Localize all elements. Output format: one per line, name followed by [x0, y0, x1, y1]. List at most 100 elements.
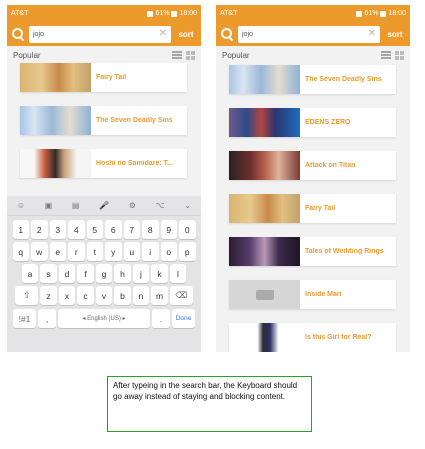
manga-cover-thumbnail[interactable]: [229, 65, 300, 94]
on-screen-keyboard: ☺ ▣ ▤ 🎤 ⚙ ⌥ ⌄ 1234567890 qwertyuiop asdfghjkl …: [7, 196, 201, 352]
key-z[interactable]: z: [40, 286, 57, 305]
search-icon[interactable]: [220, 27, 234, 41]
key-i[interactable]: i: [142, 242, 159, 261]
manga-list-item[interactable]: The Seven Deadly Sins: [229, 65, 396, 94]
search-icon[interactable]: [11, 27, 25, 41]
manga-cover-thumbnail[interactable]: [229, 108, 300, 137]
key-l[interactable]: l: [169, 264, 187, 283]
manga-title[interactable]: Is this Girl for Real?: [300, 334, 396, 341]
key-k[interactable]: k: [151, 264, 168, 283]
manga-cover-thumbnail[interactable]: [20, 106, 91, 135]
manga-title[interactable]: EDENS ZERO: [300, 119, 396, 126]
key-v[interactable]: v: [95, 286, 113, 305]
manga-list-item[interactable]: Tales of Wedding Rings: [229, 237, 396, 266]
key-t[interactable]: t: [86, 242, 103, 261]
key-g[interactable]: g: [95, 264, 113, 283]
manga-list-item[interactable]: Hoshi no Samidare: T...: [20, 149, 187, 178]
manga-cover-thumbnail[interactable]: [20, 63, 91, 92]
microphone-icon[interactable]: 🎤: [99, 201, 109, 210]
key-c[interactable]: c: [77, 286, 94, 305]
key-s[interactable]: s: [40, 264, 57, 283]
search-input-value[interactable]: jojo: [33, 31, 159, 38]
manga-cover-thumbnail[interactable]: [229, 280, 300, 309]
manga-list-item[interactable]: Attack on Titan: [229, 151, 396, 180]
manga-title[interactable]: Fairy Tail: [91, 74, 187, 81]
clear-icon[interactable]: ✕: [159, 29, 167, 39]
manga-title[interactable]: Attack on Titan: [300, 162, 396, 169]
handwriting-icon[interactable]: ⌥: [156, 201, 165, 210]
backspace-key[interactable]: ⌫: [169, 286, 193, 305]
done-key[interactable]: Done: [172, 309, 195, 328]
key-9[interactable]: 9: [160, 220, 177, 239]
sort-button[interactable]: sort: [175, 30, 197, 39]
key-d[interactable]: d: [58, 264, 76, 283]
symbols-key[interactable]: !#1: [13, 309, 36, 328]
sort-button[interactable]: sort: [384, 30, 406, 39]
key-m[interactable]: m: [151, 286, 168, 305]
manga-title[interactable]: Hoshi no Samidare: T...: [91, 160, 187, 167]
manga-title[interactable]: The Seven Deadly Sins: [91, 117, 187, 124]
key-1[interactable]: 1: [12, 220, 29, 239]
key-4[interactable]: 4: [68, 220, 85, 239]
key-0[interactable]: 0: [179, 220, 196, 239]
manga-list-item[interactable]: Inside Mari: [229, 280, 396, 309]
manga-list-item[interactable]: The Seven Deadly Sins: [20, 106, 187, 135]
comma-key[interactable]: ,: [38, 309, 56, 328]
search-input[interactable]: jojo ✕: [29, 25, 171, 43]
section-header: Popular: [216, 46, 410, 64]
space-key[interactable]: ◂ English (US) ▸: [58, 309, 150, 328]
key-5[interactable]: 5: [86, 220, 103, 239]
settings-icon[interactable]: ⚙: [129, 201, 136, 210]
key-u[interactable]: u: [123, 242, 140, 261]
clipboard-icon[interactable]: ▤: [72, 201, 80, 210]
section-title: Popular: [222, 50, 250, 60]
status-bar: AT&T 61% 18:00: [216, 5, 410, 22]
key-7[interactable]: 7: [123, 220, 140, 239]
period-key[interactable]: .: [152, 309, 170, 328]
manga-cover-thumbnail[interactable]: [229, 151, 300, 180]
signal-icon: [147, 10, 154, 17]
search-input-value[interactable]: jojo: [242, 31, 368, 38]
grid-view-icon[interactable]: [395, 50, 404, 60]
key-h[interactable]: h: [114, 264, 131, 283]
key-x[interactable]: x: [58, 286, 76, 305]
keyboard-toolbar: ☺ ▣ ▤ 🎤 ⚙ ⌥ ⌄: [7, 196, 201, 216]
key-p[interactable]: p: [179, 242, 196, 261]
list-view-icon[interactable]: [381, 50, 391, 59]
key-y[interactable]: y: [105, 242, 122, 261]
key-q[interactable]: q: [12, 242, 29, 261]
manga-cover-thumbnail[interactable]: [20, 149, 91, 178]
manga-list-item[interactable]: Fairy Tail: [229, 194, 396, 223]
key-j[interactable]: j: [132, 264, 150, 283]
clear-icon[interactable]: ✕: [368, 29, 376, 39]
manga-title[interactable]: Fairy Tail: [300, 205, 396, 212]
manga-cover-thumbnail[interactable]: [229, 237, 300, 266]
key-r[interactable]: r: [68, 242, 85, 261]
key-e[interactable]: e: [49, 242, 66, 261]
manga-title[interactable]: The Seven Deadly Sins: [300, 76, 396, 83]
shift-key[interactable]: ⇧: [15, 286, 39, 305]
key-w[interactable]: w: [31, 242, 48, 261]
key-f[interactable]: f: [77, 264, 94, 283]
sticker-icon[interactable]: ▣: [45, 201, 53, 210]
key-6[interactable]: 6: [105, 220, 122, 239]
collapse-keyboard-icon[interactable]: ⌄: [184, 201, 191, 210]
key-b[interactable]: b: [114, 286, 131, 305]
manga-title[interactable]: Inside Mari: [300, 291, 396, 298]
manga-list-item[interactable]: EDENS ZERO: [229, 108, 396, 137]
search-input[interactable]: jojo ✕: [238, 25, 380, 43]
key-3[interactable]: 3: [49, 220, 66, 239]
manga-cover-thumbnail[interactable]: [229, 194, 300, 223]
key-8[interactable]: 8: [142, 220, 159, 239]
key-a[interactable]: a: [21, 264, 39, 283]
manga-cover-thumbnail[interactable]: [229, 323, 300, 352]
key-o[interactable]: o: [160, 242, 177, 261]
list-view-icon[interactable]: [172, 50, 182, 59]
emoji-icon[interactable]: ☺: [17, 201, 25, 210]
key-n[interactable]: n: [132, 286, 150, 305]
manga-list-item[interactable]: Is this Girl for Real?: [229, 323, 396, 352]
manga-list-item[interactable]: Fairy Tail: [20, 63, 187, 92]
grid-view-icon[interactable]: [186, 50, 195, 60]
manga-title[interactable]: Tales of Wedding Rings: [300, 248, 396, 255]
key-2[interactable]: 2: [31, 220, 48, 239]
